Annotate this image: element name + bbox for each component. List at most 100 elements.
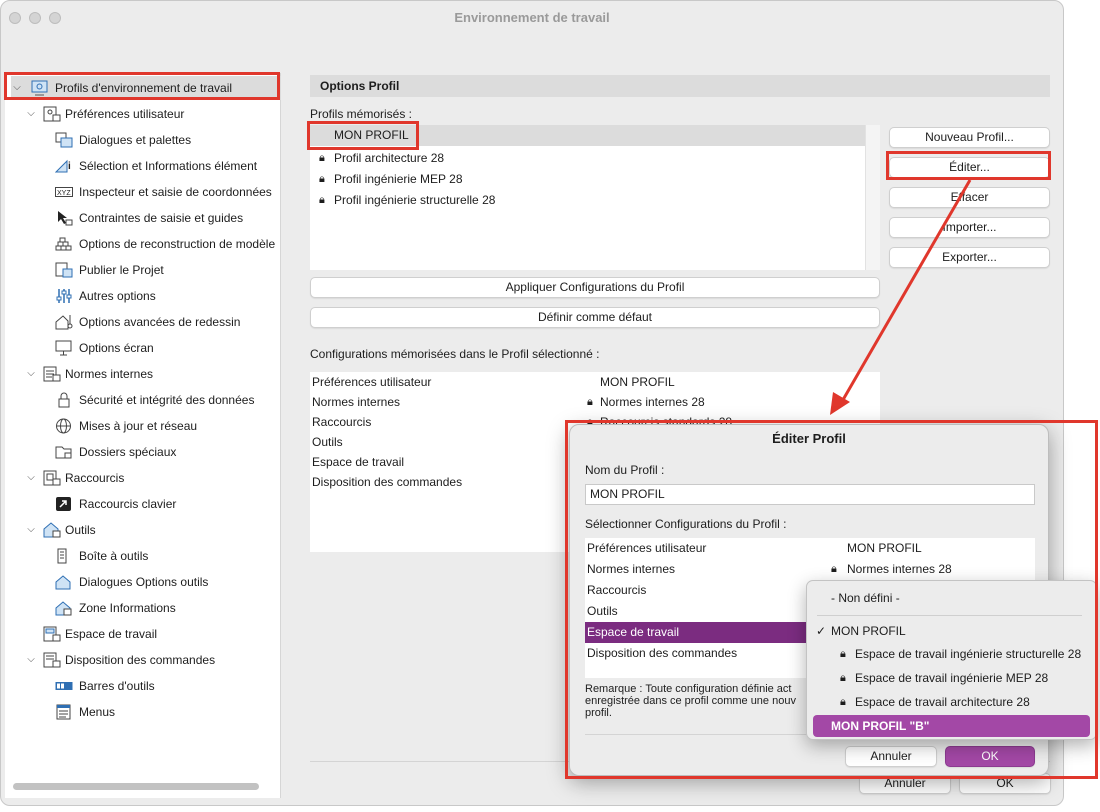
- sidebar-item-keyboard-shortcuts[interactable]: Raccourcis clavier: [55, 492, 275, 516]
- profile-row[interactable]: 🔒︎ Profil ingénierie structurelle 28: [310, 190, 865, 211]
- section-title: Options Profil: [310, 75, 1050, 97]
- sidebar-item-dialogs-palettes[interactable]: Dialogues et palettes: [55, 128, 275, 152]
- sidebar-item-inspector-coordinates[interactable]: XYZ Inspecteur et saisie de coordonnées: [55, 180, 275, 204]
- annotation-arrow: [830, 179, 972, 415]
- sidebar-item-label: Zone Informations: [79, 601, 176, 615]
- annotation-box-sidebar: [4, 72, 280, 100]
- sidebar-item-label: Dossiers spéciaux: [79, 445, 177, 459]
- folder-icon: [55, 446, 72, 459]
- cursor-icon: [58, 211, 73, 226]
- sidebar-item-menus[interactable]: Menus: [55, 700, 275, 724]
- chevron-down-icon[interactable]: ⌵: [25, 362, 37, 386]
- sidebar-item-publish-project[interactable]: Publier le Projet: [55, 258, 275, 282]
- sidebar-item-label: Raccourcis: [65, 471, 125, 485]
- lock-icon: 🔒︎: [319, 173, 325, 185]
- sidebar-item-selection-info[interactable]: i Sélection et Informations élément: [55, 154, 275, 178]
- sidebar-item-data-security[interactable]: Sécurité et intégrité des données: [55, 388, 275, 412]
- config-row: Normes internes 🔒︎ Normes internes 28: [310, 392, 880, 412]
- sidebar-item-label: Inspecteur et saisie de coordonnées: [79, 185, 272, 199]
- sidebar-item-label: Disposition des commandes: [65, 653, 216, 667]
- sidebar-item-toolbox[interactable]: Boîte à outils: [55, 544, 275, 568]
- sidebar-item-label: Barres d'outils: [79, 679, 155, 693]
- sidebar-item-info-box[interactable]: Zone Informations: [55, 596, 275, 620]
- sidebar-item-label: Dialogues et palettes: [79, 133, 192, 147]
- lock-icon: 🔒︎: [319, 194, 325, 206]
- sidebar-item-other-options[interactable]: Autres options: [55, 284, 275, 308]
- annotation-box-profile: [307, 121, 419, 150]
- svg-text:i: i: [68, 161, 71, 172]
- sidebar-item-label: Contraintes de saisie et guides: [79, 211, 244, 225]
- chevron-down-icon[interactable]: ⌵: [25, 648, 37, 672]
- config-name: Normes internes: [312, 395, 401, 409]
- sidebar-item-constraints-guides[interactable]: Contraintes de saisie et guides: [55, 206, 275, 230]
- sidebar-item-tools[interactable]: ⌵ Outils: [25, 518, 275, 542]
- sidebar-item-command-layout[interactable]: ⌵ Disposition des commandes: [25, 648, 275, 672]
- selection-info-icon: i: [55, 159, 71, 173]
- sidebar-item-workspace[interactable]: Espace de travail: [39, 622, 275, 646]
- bricks-icon: [55, 237, 72, 251]
- sidebar-scrollbar[interactable]: [13, 783, 259, 790]
- chevron-down-icon[interactable]: ⌵: [25, 102, 37, 126]
- sidebar-item-screen-options[interactable]: Options écran: [55, 336, 275, 360]
- command-layout-icon: [43, 652, 61, 668]
- sidebar-item-label: Menus: [79, 705, 116, 719]
- config-value: MON PROFIL: [600, 375, 675, 389]
- set-default-button[interactable]: Définir comme défaut: [310, 307, 880, 328]
- config-name: Préférences utilisateur: [312, 375, 432, 389]
- sidebar-item-updates-network[interactable]: Mises à jour et réseau: [55, 414, 275, 438]
- sidebar-item-label: Dialogues Options outils: [79, 575, 209, 589]
- sidebar-item-label: Autres options: [79, 289, 156, 303]
- sidebar-item-user-preferences[interactable]: ⌵ Préférences utilisateur: [25, 102, 275, 126]
- sidebar-item-label: Espace de travail: [65, 627, 158, 641]
- sidebar-item-toolbars[interactable]: Barres d'outils: [55, 674, 275, 698]
- toolbox-icon: [57, 548, 67, 564]
- lock-icon: [58, 392, 70, 408]
- config-name: Raccourcis: [312, 415, 372, 429]
- publish-icon: [55, 262, 73, 278]
- shortcuts-icon: [43, 470, 61, 486]
- tool-options-icon: [55, 575, 71, 590]
- lock-icon: 🔒︎: [587, 396, 593, 408]
- apply-profile-button[interactable]: Appliquer Configurations du Profil: [310, 277, 880, 298]
- title-bar: Environnement de travail: [1, 1, 1063, 35]
- profile-row[interactable]: 🔒︎ Profil architecture 28: [310, 148, 865, 169]
- sidebar-item-shortcuts[interactable]: ⌵ Raccourcis: [25, 466, 275, 490]
- sidebar-item-internal-standards[interactable]: ⌵ Normes internes: [25, 362, 275, 386]
- shortcut-arrow-icon: [56, 497, 71, 511]
- profile-row[interactable]: 🔒︎ Profil ingénierie MEP 28: [310, 169, 865, 190]
- sidebar-item-label: Publier le Projet: [79, 263, 164, 277]
- redraw-icon: [55, 315, 73, 330]
- standards-icon: [43, 366, 61, 382]
- configs-label: Configurations mémorisées dans le Profil…: [310, 347, 600, 361]
- sidebar-item-label: Options de reconstruction de modèle: [79, 237, 276, 251]
- sidebar-item-special-folders[interactable]: Dossiers spéciaux: [55, 440, 275, 464]
- sidebar-item-advanced-redraw[interactable]: Options avancées de redessin: [55, 310, 275, 334]
- preferences-tree[interactable]: ⌵ Profils d'environnement de travail ⌵ P…: [5, 73, 281, 798]
- sidebar-item-label: Options écran: [79, 341, 154, 355]
- config-name: Espace de travail: [312, 455, 405, 469]
- lock-icon: 🔒︎: [319, 152, 325, 164]
- chevron-down-icon[interactable]: ⌵: [25, 518, 37, 542]
- config-value: Normes internes 28: [600, 395, 705, 409]
- sidebar-item-tool-options-dialogs[interactable]: Dialogues Options outils: [55, 570, 275, 594]
- toolbar-icon: [55, 682, 73, 690]
- sidebar-item-label: Boîte à outils: [79, 549, 149, 563]
- sidebar-item-label: Préférences utilisateur: [65, 107, 185, 121]
- sidebar-item-model-rebuild[interactable]: Options de reconstruction de modèle: [55, 232, 281, 256]
- sliders-icon: [56, 289, 72, 303]
- sidebar-item-label: Sélection et Informations élément: [79, 159, 258, 173]
- sidebar-item-label: Options avancées de redessin: [79, 315, 241, 329]
- dialogs-palettes-icon: [55, 132, 73, 148]
- sidebar-item-label: Outils: [65, 523, 96, 537]
- sidebar-item-label: Mises à jour et réseau: [79, 419, 198, 433]
- profile-name: Profil ingénierie structurelle 28: [334, 193, 496, 207]
- xyz-icon: XYZ: [55, 187, 73, 197]
- config-name: Disposition des commandes: [312, 475, 463, 489]
- user-preferences-icon: [43, 106, 61, 122]
- globe-icon: [56, 418, 71, 434]
- menu-icon: [56, 704, 71, 720]
- chevron-down-icon[interactable]: ⌵: [25, 466, 37, 490]
- info-box-icon: [55, 601, 72, 616]
- new-profile-button[interactable]: Nouveau Profil...: [889, 127, 1050, 148]
- window-title: Environnement de travail: [454, 10, 610, 25]
